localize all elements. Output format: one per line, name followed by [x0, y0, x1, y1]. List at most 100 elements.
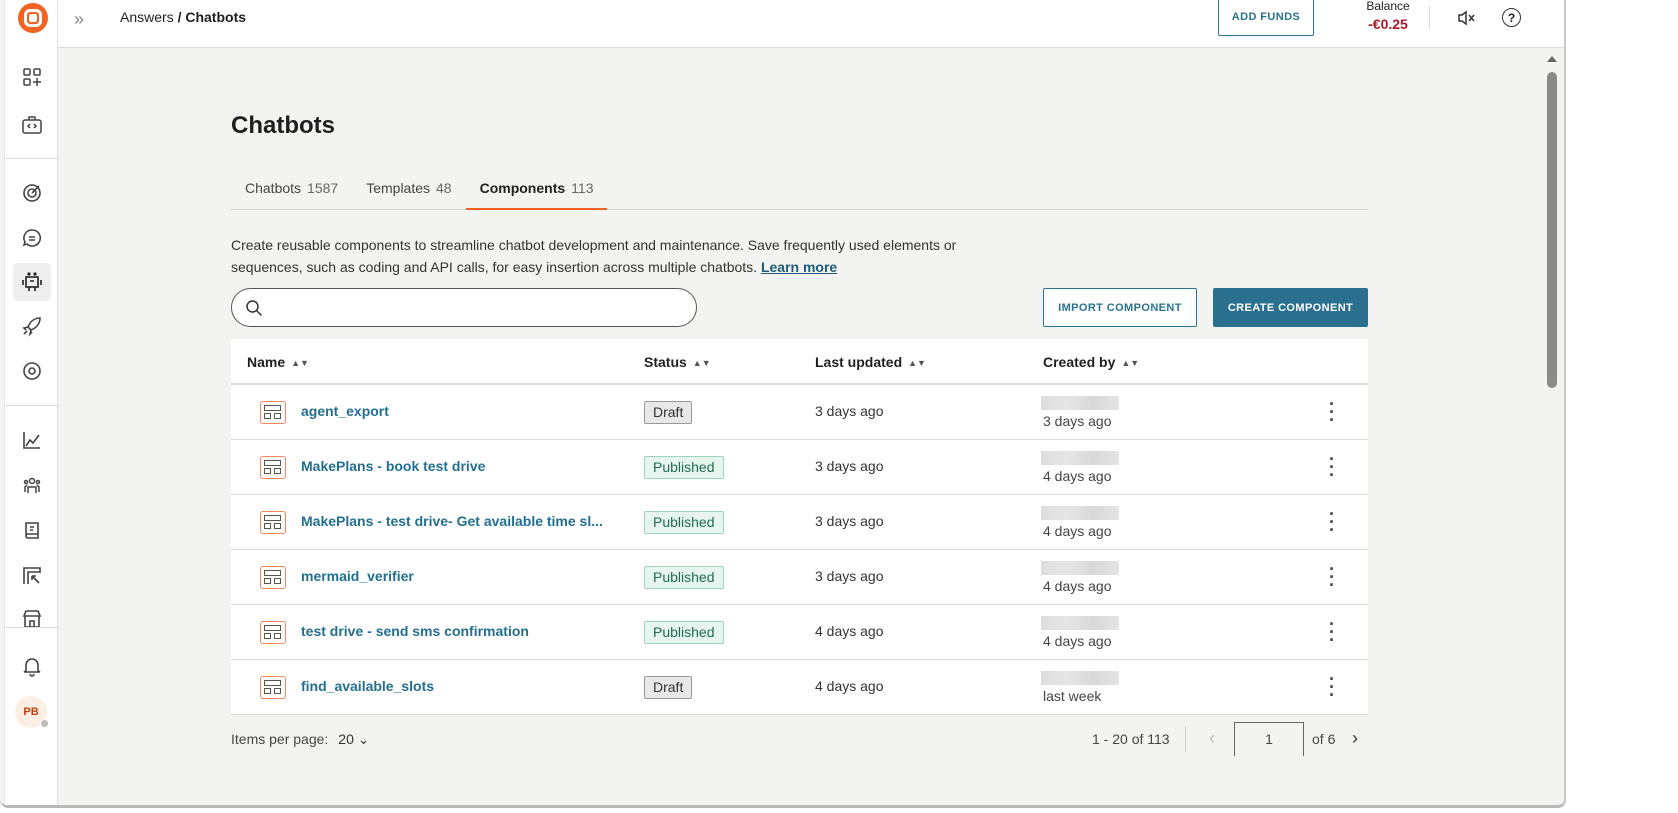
export-icon[interactable] [13, 557, 51, 595]
more-options-icon[interactable]: · · · [1329, 615, 1335, 649]
column-label: Created by [1043, 354, 1116, 370]
creator-name-redacted [1041, 451, 1119, 465]
scrollbar[interactable] [1543, 48, 1561, 805]
avatar[interactable]: PB [15, 696, 49, 728]
table-row[interactable]: find_available_slots Draft 4 days ago la… [231, 660, 1368, 715]
tab-templates[interactable]: Templates 48 [352, 172, 465, 210]
next-page-icon[interactable]: › [1352, 728, 1358, 749]
component-name-link[interactable]: find_available_slots [301, 678, 434, 694]
learn-more-link[interactable]: Learn more [761, 259, 837, 275]
chatbot-icon[interactable] [13, 263, 51, 301]
balance-value: -€0.25 [1368, 16, 1408, 32]
scroll-up-arrow[interactable] [1547, 56, 1557, 62]
apps-add-icon[interactable] [13, 58, 51, 96]
chat-icon[interactable] [13, 219, 51, 257]
balance-label: Balance [1366, 0, 1410, 13]
creator-name-redacted [1041, 616, 1119, 630]
create-component-button[interactable]: CREATE COMPONENT [1213, 288, 1368, 327]
pagination-range: 1 - 20 of 113 [1092, 731, 1170, 747]
table-row[interactable]: MakePlans - book test drive Published 3 … [231, 440, 1368, 495]
scrollbar-thumb[interactable] [1547, 72, 1557, 388]
status-badge: Published [644, 566, 724, 589]
creator-name-redacted [1041, 506, 1119, 520]
analytics-icon[interactable] [13, 421, 51, 459]
last-updated: 4 days ago [815, 623, 884, 639]
items-per-page-select[interactable]: 20 ⌄ [338, 731, 369, 747]
component-name-link[interactable]: test drive - send sms confirmation [301, 623, 529, 639]
created-at: 4 days ago [1043, 633, 1112, 649]
created-at: 3 days ago [1043, 413, 1112, 429]
table-row[interactable]: mermaid_verifier Published 3 days ago 4 … [231, 550, 1368, 605]
total-pages: of 6 [1312, 731, 1336, 747]
created-at: 4 days ago [1043, 523, 1112, 539]
column-header-status[interactable]: Status ▲▼ [644, 354, 711, 370]
tab-count: 113 [571, 180, 594, 196]
app-window: PB » Answers / Chatbots ADD FUNDS Balanc… [0, 0, 1566, 808]
created-at: last week [1043, 688, 1102, 704]
avatar-initials: PB [23, 706, 39, 718]
more-options-icon[interactable]: · · · [1329, 395, 1335, 429]
tab-components[interactable]: Components 113 [465, 172, 608, 210]
code-toolbox-icon[interactable] [13, 106, 51, 144]
items-per-page-label: Items per page: [231, 731, 329, 747]
page-number-input[interactable]: 1 [1234, 722, 1304, 756]
tab-label: Templates [366, 180, 431, 196]
import-component-button[interactable]: IMPORT COMPONENT [1043, 288, 1197, 327]
more-options-icon[interactable]: · · · [1329, 670, 1335, 704]
status-dot [40, 719, 49, 728]
column-header-name[interactable]: Name ▲▼ [247, 354, 309, 370]
add-funds-button[interactable]: ADD FUNDS [1218, 0, 1314, 36]
tab-label: Components [479, 180, 566, 196]
status-badge: Draft [644, 676, 693, 699]
sort-icon: ▲▼ [692, 358, 711, 368]
column-label: Last updated [815, 354, 903, 370]
items-per-page: Items per page: 20 ⌄ [231, 731, 369, 748]
previous-page-icon[interactable]: ‹ [1209, 728, 1215, 749]
component-name-link[interactable]: agent_export [301, 403, 389, 419]
target-icon[interactable] [13, 174, 51, 212]
breadcrumb-parent[interactable]: Answers [120, 9, 174, 25]
tab-chatbots[interactable]: Chatbots 1587 [231, 172, 352, 210]
component-icon [260, 566, 286, 589]
help-icon[interactable]: ? [1502, 8, 1521, 27]
tab-label: Chatbots [245, 180, 302, 196]
status-badge: Published [644, 456, 724, 479]
people-icon[interactable] [13, 467, 51, 505]
rocket-icon[interactable] [13, 307, 51, 345]
items-per-page-value: 20 [338, 731, 354, 747]
table-row[interactable]: test drive - send sms confirmation Publi… [231, 605, 1368, 660]
ai-icon[interactable] [13, 352, 51, 390]
creator-name-redacted [1041, 396, 1119, 410]
store-icon[interactable] [13, 600, 51, 638]
chevron-down-icon: ⌄ [357, 731, 370, 747]
table-row[interactable]: agent_export Draft 3 days ago 3 days ago… [231, 385, 1368, 440]
creator-name-redacted [1041, 671, 1119, 685]
more-options-icon[interactable]: · · · [1329, 450, 1335, 484]
top-bar: » Answers / Chatbots ADD FUNDS Balance -€… [58, 0, 1564, 48]
expand-sidebar-icon[interactable]: » [74, 9, 84, 30]
tab-count: 1587 [307, 180, 339, 196]
description-text: Create reusable components to streamline… [231, 237, 957, 275]
tab-count: 48 [436, 180, 452, 196]
search-icon [246, 300, 263, 317]
component-name-link[interactable]: mermaid_verifier [301, 568, 414, 584]
tab-bar: Chatbots 1587 Templates 48 Components 113 [231, 172, 1368, 210]
sort-icon: ▲▼ [291, 358, 309, 368]
last-updated: 3 days ago [815, 458, 884, 474]
component-name-link[interactable]: MakePlans - test drive- Get available ti… [301, 513, 603, 529]
more-options-icon[interactable]: · · · [1329, 560, 1335, 594]
column-header-created-by[interactable]: Created by ▲▼ [1043, 354, 1139, 370]
last-updated: 4 days ago [815, 678, 884, 694]
column-header-last-updated[interactable]: Last updated ▲▼ [815, 354, 926, 370]
sound-muted-icon[interactable] [1456, 8, 1476, 33]
component-name-link[interactable]: MakePlans - book test drive [301, 458, 485, 474]
more-options-icon[interactable]: · · · [1329, 505, 1335, 539]
breadcrumb-current: Chatbots [185, 9, 247, 25]
sidebar: PB [4, 0, 59, 805]
logo-icon[interactable] [18, 3, 48, 33]
bell-icon[interactable] [13, 647, 51, 685]
components-table: Name ▲▼ Status ▲▼ Last updated ▲▼ Created b… [231, 339, 1368, 715]
table-row[interactable]: MakePlans - test drive- Get available ti… [231, 495, 1368, 550]
search-input[interactable] [231, 288, 697, 327]
book-icon[interactable] [13, 512, 51, 550]
